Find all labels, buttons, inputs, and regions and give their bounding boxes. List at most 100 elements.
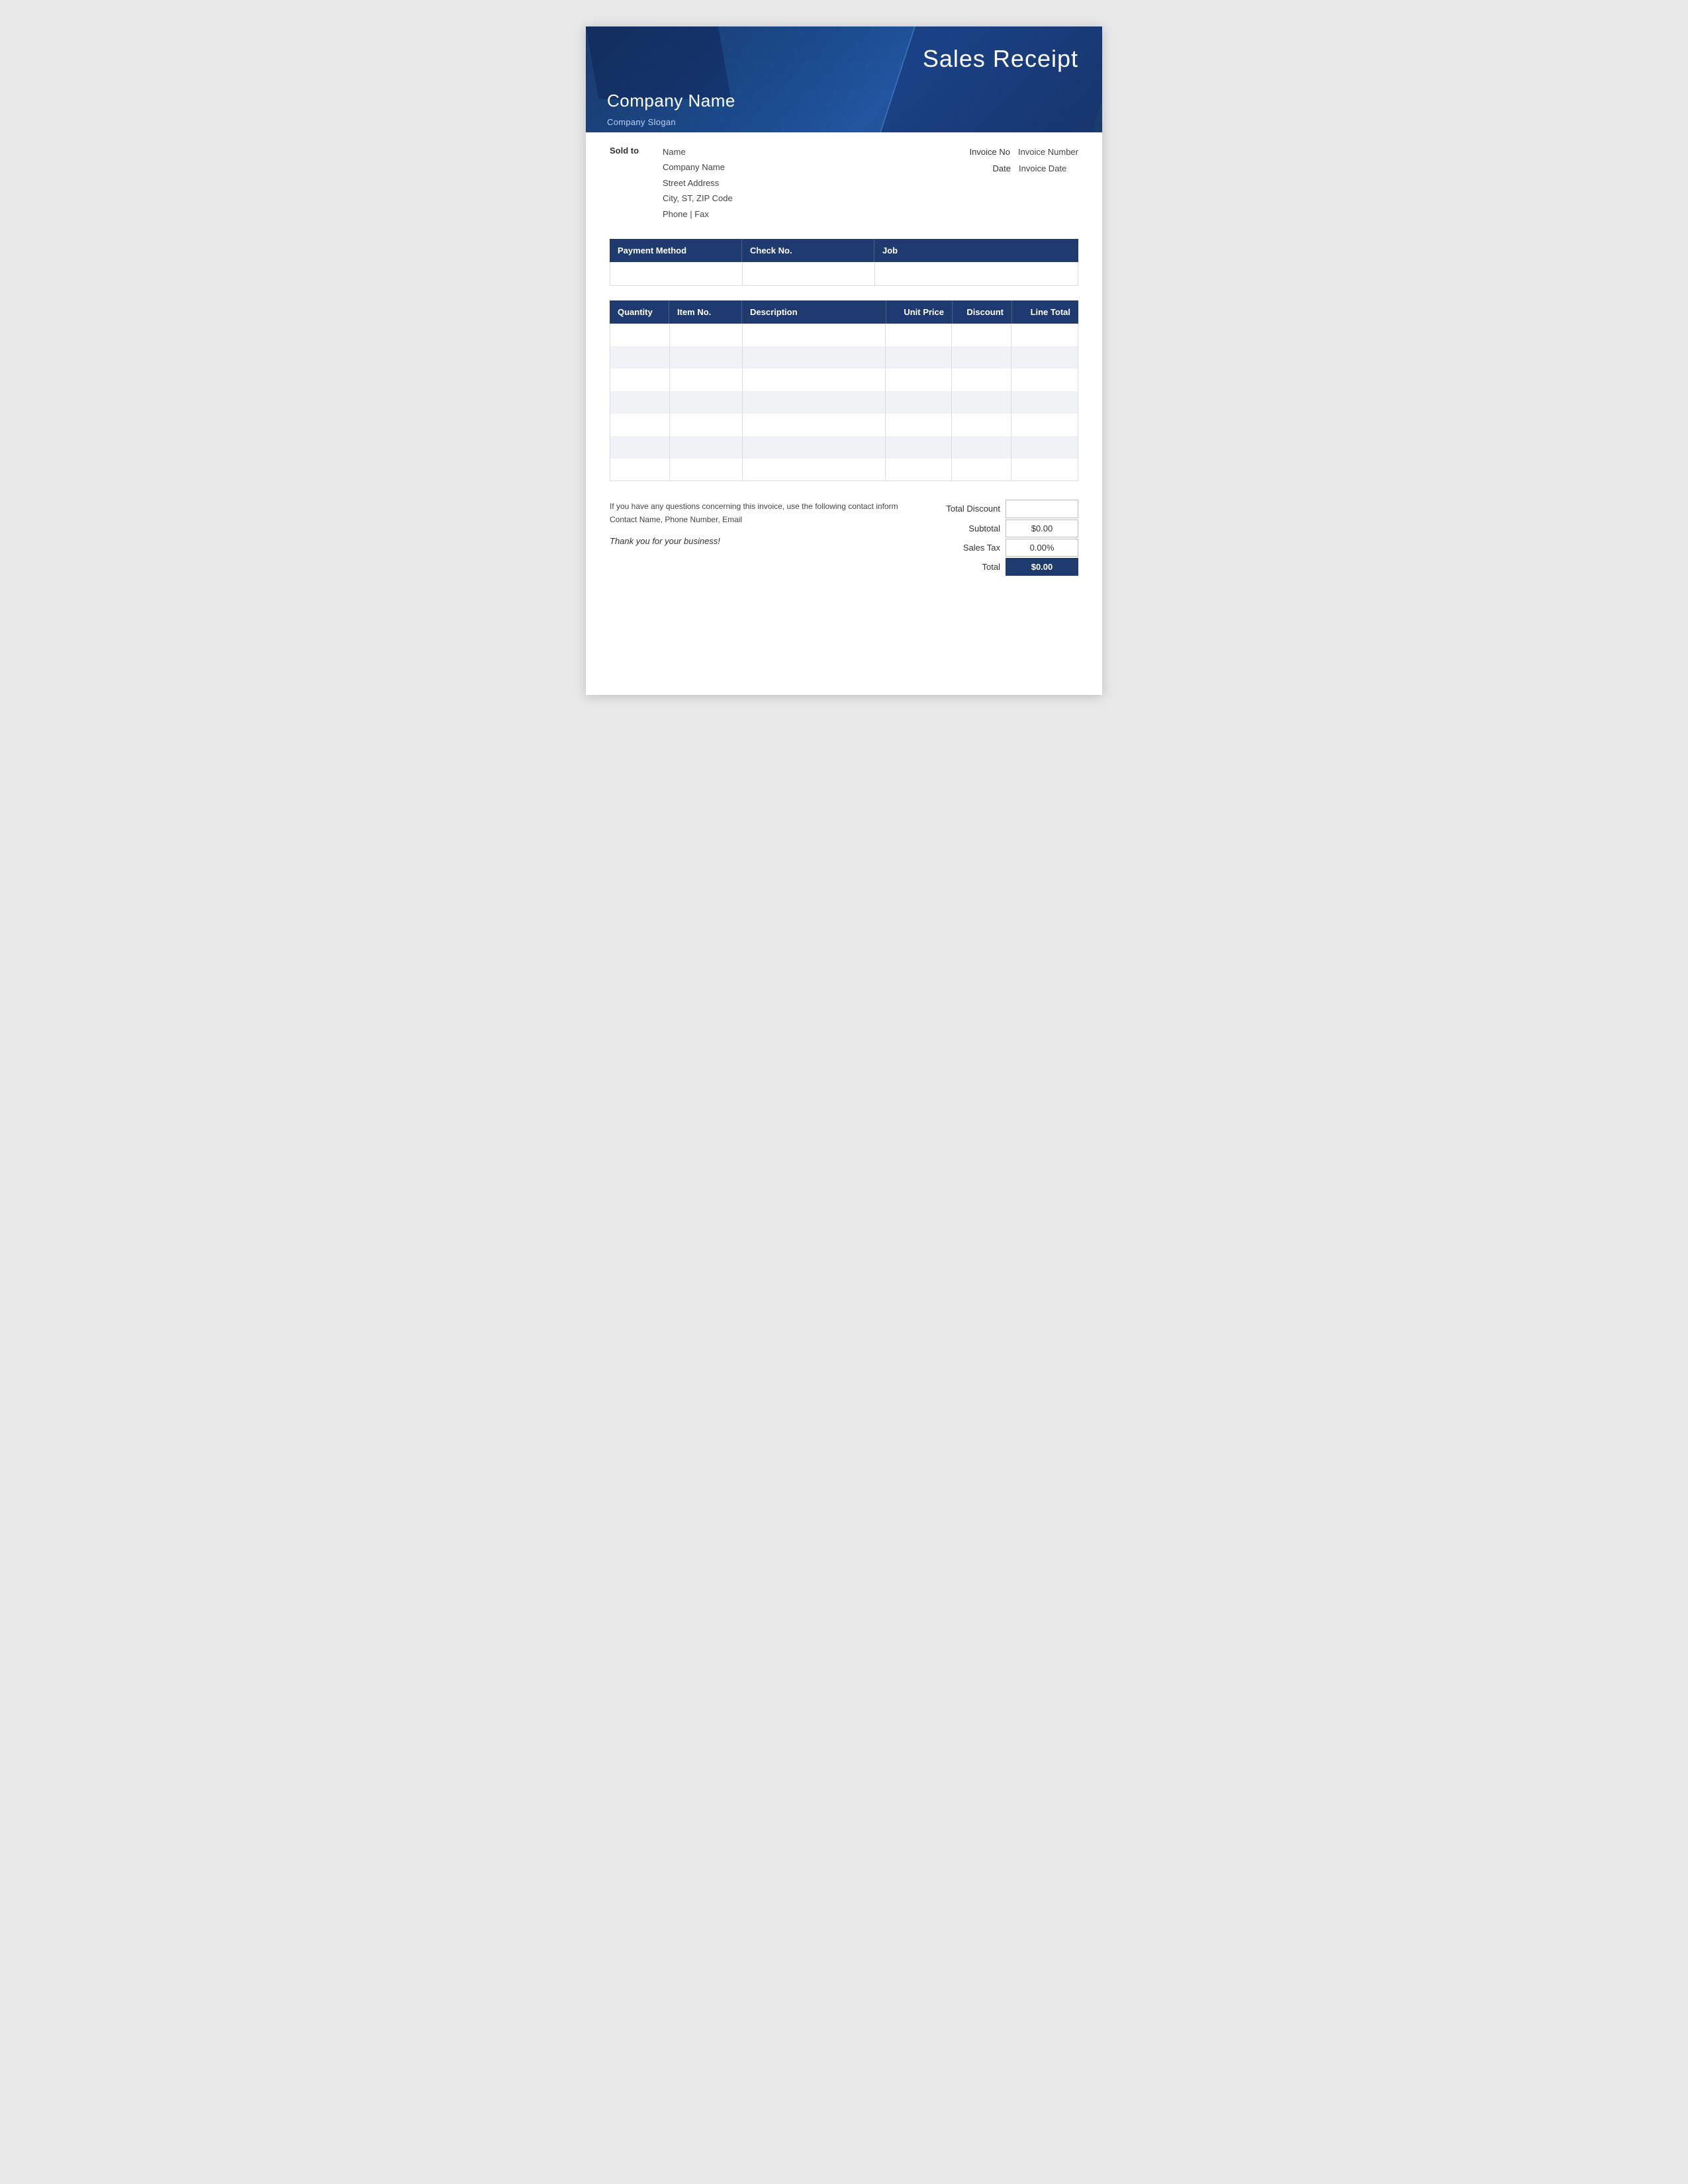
sold-to-name: Name — [663, 144, 946, 159]
item-no — [670, 346, 743, 369]
payment-table: Payment Method Check No. Job — [610, 239, 1078, 286]
job-cell — [875, 262, 1078, 285]
invoice-no-row: Invoice No Invoice Number — [946, 144, 1078, 161]
sold-to-label: Sold to — [610, 144, 663, 222]
sales-tax-value: 0.00% — [1006, 539, 1078, 557]
item-desc — [743, 391, 886, 414]
footer-section: If you have any questions concerning thi… — [610, 500, 1078, 577]
item-no — [670, 369, 743, 391]
item-discount — [952, 324, 1011, 346]
item-price — [886, 346, 952, 369]
item-qty — [610, 324, 670, 346]
header-shape-right — [877, 26, 1102, 132]
item-total — [1011, 436, 1078, 459]
total-discount-value — [1006, 500, 1078, 518]
items-table-header: Quantity Item No. Description Unit Price… — [610, 300, 1078, 324]
total-discount-row: Total Discount — [933, 500, 1078, 518]
info-section: Sold to Name Company Name Street Address… — [586, 132, 1102, 227]
sold-to-phone: Phone | Fax — [663, 206, 946, 222]
header-shape-left — [586, 26, 731, 99]
company-slogan: Company Slogan — [607, 117, 676, 127]
header: Sales Receipt Company Name Company Sloga… — [586, 26, 1102, 132]
item-no — [670, 414, 743, 436]
invoice-date-label: Date — [993, 161, 1011, 177]
sold-to-company: Company Name — [663, 159, 946, 175]
sold-to-details: Name Company Name Street Address City, S… — [663, 144, 946, 222]
sales-tax-label: Sales Tax — [933, 543, 1006, 553]
item-price — [886, 391, 952, 414]
item-row — [610, 436, 1078, 459]
item-desc — [743, 369, 886, 391]
item-no — [670, 391, 743, 414]
item-qty — [610, 414, 670, 436]
company-name-header: Company Name — [607, 91, 735, 111]
footer-note-text: If you have any questions concerning thi… — [610, 500, 919, 513]
item-price — [886, 414, 952, 436]
subtotal-label: Subtotal — [933, 523, 1006, 533]
qty-header: Quantity — [610, 300, 669, 324]
item-row — [610, 391, 1078, 414]
item-row — [610, 369, 1078, 391]
page: Sales Receipt Company Name Company Sloga… — [586, 26, 1102, 695]
item-desc — [743, 459, 886, 480]
invoice-date-row: Date Invoice Date — [946, 161, 1078, 177]
item-qty — [610, 436, 670, 459]
item-qty — [610, 391, 670, 414]
footer-left: If you have any questions concerning thi… — [610, 500, 919, 546]
subtotal-row: Subtotal $0.00 — [933, 520, 1078, 537]
item-price — [886, 436, 952, 459]
subtotal-value: $0.00 — [1006, 520, 1078, 537]
sold-to-city: City, ST, ZIP Code — [663, 191, 946, 206]
itemno-header: Item No. — [669, 300, 742, 324]
item-desc — [743, 346, 886, 369]
item-no — [670, 459, 743, 480]
item-total — [1011, 459, 1078, 480]
footer-note: If you have any questions concerning thi… — [610, 500, 919, 527]
item-no — [670, 324, 743, 346]
totals-block: Total Discount Subtotal $0.00 Sales Tax … — [933, 500, 1078, 577]
desc-header: Description — [742, 300, 886, 324]
item-price — [886, 459, 952, 480]
item-discount — [952, 346, 1011, 369]
grand-total-row: Total $0.00 — [933, 558, 1078, 576]
price-header: Unit Price — [886, 300, 953, 324]
check-no-cell — [743, 262, 875, 285]
payment-table-header: Payment Method Check No. Job — [610, 239, 1078, 262]
items-table: Quantity Item No. Description Unit Price… — [610, 300, 1078, 481]
invoice-no-value: Invoice Number — [1018, 144, 1078, 161]
sales-tax-row: Sales Tax 0.00% — [933, 539, 1078, 557]
item-price — [886, 324, 952, 346]
item-qty — [610, 369, 670, 391]
item-row — [610, 324, 1078, 346]
item-total — [1011, 324, 1078, 346]
item-no — [670, 436, 743, 459]
item-discount — [952, 459, 1011, 480]
job-header: Job — [874, 239, 1078, 262]
item-total — [1011, 391, 1078, 414]
sold-to-address: Street Address — [663, 175, 946, 191]
grand-total-value: $0.00 — [1006, 558, 1078, 576]
item-discount — [952, 391, 1011, 414]
item-total — [1011, 369, 1078, 391]
total-discount-label: Total Discount — [933, 504, 1006, 514]
payment-table-row — [610, 262, 1078, 286]
item-qty — [610, 346, 670, 369]
item-total — [1011, 414, 1078, 436]
item-discount — [952, 369, 1011, 391]
payment-method-cell — [610, 262, 743, 285]
item-discount — [952, 436, 1011, 459]
item-row — [610, 414, 1078, 436]
item-qty — [610, 459, 670, 480]
invoice-details: Invoice No Invoice Number Date Invoice D… — [946, 144, 1078, 222]
grand-total-label: Total — [933, 562, 1006, 572]
item-desc — [743, 414, 886, 436]
item-row — [610, 346, 1078, 369]
footer-contact: Contact Name, Phone Number, Email — [610, 513, 919, 526]
invoice-date-value: Invoice Date — [1019, 161, 1078, 177]
thank-you-text: Thank you for your business! — [610, 536, 919, 546]
item-price — [886, 369, 952, 391]
linetotal-header: Line Total — [1012, 300, 1078, 324]
item-total — [1011, 346, 1078, 369]
discount-header: Discount — [953, 300, 1012, 324]
item-desc — [743, 324, 886, 346]
